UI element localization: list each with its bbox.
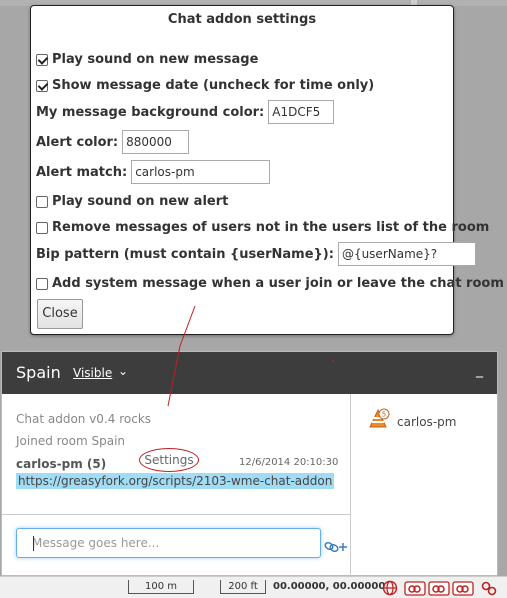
user-level: 5 — [382, 411, 386, 419]
bip-pattern-label: Bip pattern (must contain {userName}): — [36, 246, 334, 262]
settings-link[interactable]: Settings — [139, 448, 199, 472]
message-input[interactable]: Message goes here... — [16, 528, 321, 558]
remove-messages-checkbox[interactable] — [36, 221, 48, 234]
play-sound-message-label: Play sound on new message — [52, 52, 259, 67]
system-message-label: Add system message when a user join or l… — [52, 276, 504, 291]
system-message-checkbox[interactable] — [36, 277, 48, 290]
remove-messages-option: Remove messages of users not in the user… — [36, 220, 489, 235]
chat-header: Spain Visible ⌄ _ — [2, 352, 497, 394]
remove-messages-label: Remove messages of users not in the user… — [52, 220, 490, 235]
editor-level-icon: 5 — [369, 408, 390, 428]
input-divider — [2, 514, 351, 515]
scale-meters: 100 m — [128, 580, 194, 594]
chain-link-icon[interactable] — [480, 580, 498, 596]
system-message-option: Add system message when a user join or l… — [36, 276, 504, 291]
close-button[interactable]: Close — [37, 299, 83, 329]
alert-color-input[interactable]: 880000 — [122, 130, 190, 154]
room-title: Spain — [16, 363, 61, 382]
play-sound-message-option: Play sound on new message — [36, 52, 258, 67]
show-date-label: Show message date (uncheck for time only… — [52, 78, 375, 93]
system-message: Chat addon v0.4 rocks — [16, 412, 152, 426]
joined-room-message: Joined room Spain — [16, 434, 126, 448]
chat-panel: Spain Visible ⌄ _ Chat addon v0.4 rocks … — [1, 351, 498, 577]
alert-match-option: Alert match: carlos-pm — [36, 160, 271, 184]
globe-icon[interactable] — [381, 580, 399, 596]
show-date-checkbox[interactable] — [36, 79, 48, 92]
bip-pattern-input[interactable]: @{userName}? — [337, 242, 476, 266]
alert-match-input[interactable]: carlos-pm — [131, 160, 271, 184]
coordinates-readout: 00.00000, 00.00000 — [273, 581, 386, 592]
bip-pattern-option: Bip pattern (must contain {userName}): @… — [36, 242, 476, 266]
link-permalink-icon[interactable] — [404, 580, 426, 596]
visibility-dropdown[interactable]: Visible — [73, 366, 112, 380]
message-list[interactable]: Chat addon v0.4 rocks Settings Joined ro… — [2, 394, 351, 514]
user-list: 5 carlos-pm — [352, 394, 498, 577]
message-author: carlos-pm (5) — [16, 457, 107, 471]
scale-feet: 200 ft — [220, 580, 266, 594]
link-livemap-icon[interactable] — [428, 580, 450, 596]
text-caret — [33, 536, 34, 551]
chat-settings-dialog: Chat addon settings Play sound on new me… — [30, 5, 504, 335]
map-status-bar: 100 m 200 ft 00.00000, 00.00000 — [0, 576, 507, 598]
message-link[interactable]: https://greasyfork.org/scripts/2103-wme-… — [16, 473, 335, 489]
alert-color-label: Alert color: — [36, 134, 119, 150]
play-sound-message-checkbox[interactable] — [36, 53, 48, 66]
bg-color-option: My message background color: A1DCF5 — [36, 100, 335, 124]
alert-match-label: Alert match: — [36, 164, 128, 180]
message-date: 12/6/2014 20:10:30 — [239, 457, 339, 468]
show-date-option: Show message date (uncheck for time only… — [36, 78, 374, 93]
play-sound-alert-option: Play sound on new alert — [36, 194, 228, 209]
minimize-button[interactable]: _ — [476, 362, 483, 378]
play-sound-alert-label: Play sound on new alert — [52, 194, 229, 209]
play-sound-alert-checkbox[interactable] — [36, 195, 48, 208]
add-link-icon[interactable] — [324, 539, 348, 553]
link-editor-icon[interactable] — [452, 580, 474, 596]
alert-color-option: Alert color: 880000 — [36, 130, 190, 154]
bg-color-input[interactable]: A1DCF5 — [268, 100, 335, 124]
bg-color-label: My message background color: — [36, 104, 265, 120]
panel-divider — [350, 394, 351, 577]
message-input-placeholder: Message goes here... — [32, 536, 160, 550]
chevron-down-icon[interactable]: ⌄ — [118, 364, 128, 378]
dialog-title: Chat addon settings — [167, 12, 317, 27]
user-name[interactable]: carlos-pm — [397, 415, 456, 429]
